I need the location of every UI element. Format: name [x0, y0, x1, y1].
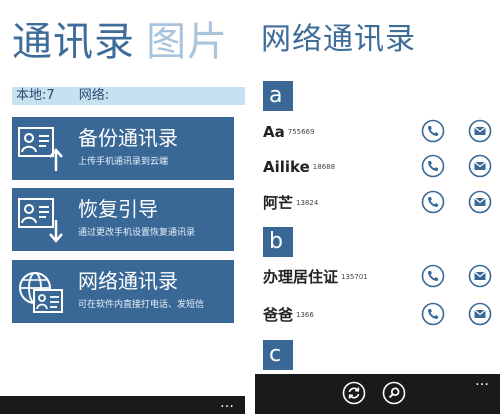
local-count: 本地:7	[16, 88, 55, 103]
page-title: 网络通讯录	[261, 22, 416, 57]
network-contacts-panel: 网络通讯录 a Aa755669 Ailike18688 阿芒13824	[255, 0, 500, 414]
phone-icon[interactable]	[421, 302, 445, 326]
contact-number: 135701	[341, 273, 368, 281]
contacts-hub-panel: 通讯录 图片 本地:7 网络: 备份通讯录 上传手机通讯录到云端 恢复引导 通过…	[0, 0, 245, 414]
contact-number: 755669	[287, 128, 315, 136]
panel-divider	[245, 0, 255, 414]
contact-number: 1366	[296, 311, 314, 319]
contact-row[interactable]: 办理居住证 135701	[263, 263, 500, 291]
contact-name: 爸爸	[263, 306, 294, 324]
contact-name-line: 办理居住证 135701	[263, 267, 368, 287]
phone-icon[interactable]	[421, 119, 445, 143]
group-header-b[interactable]: b	[263, 227, 293, 257]
mail-icon[interactable]	[468, 302, 492, 326]
phone-icon[interactable]	[421, 264, 445, 288]
tile-subtitle: 上传手机通讯录到云端	[78, 157, 169, 167]
more-options-icon[interactable]: …	[475, 374, 490, 388]
tile-title: 网络通讯录	[78, 269, 178, 293]
phone-icon[interactable]	[421, 190, 445, 214]
pivot-tab-contacts[interactable]: 通讯录	[12, 19, 135, 65]
contact-name-line: 爸爸 1366	[263, 305, 314, 325]
contact-name-line: Ailike 18688	[263, 157, 335, 177]
contact-name: Ailike	[263, 158, 310, 176]
pivot-tab-pictures[interactable]: 图片	[146, 19, 228, 65]
contact-row[interactable]: 阿芒 13824	[263, 189, 500, 217]
contact-name: 办理居住证	[263, 268, 339, 286]
globe-contact-card-icon	[19, 272, 63, 313]
group-header-c[interactable]: c	[263, 340, 293, 370]
contact-name-line: 阿芒 13824	[263, 193, 318, 213]
tile-title: 备份通讯录	[78, 126, 178, 150]
mail-icon[interactable]	[468, 119, 492, 143]
search-icon[interactable]	[382, 381, 406, 405]
contact-row[interactable]: Aa 755669	[263, 118, 500, 146]
pivot-header: 通讯录 图片	[12, 14, 228, 74]
more-options-icon[interactable]: …	[220, 396, 235, 410]
app-bar: …	[255, 374, 500, 414]
backup-contacts-tile[interactable]: 备份通讯录 上传手机通讯录到云端	[12, 117, 234, 180]
mail-icon[interactable]	[468, 264, 492, 288]
contact-name: Aa	[263, 123, 285, 141]
group-header-a[interactable]: a	[263, 81, 293, 111]
sync-icon[interactable]	[342, 381, 366, 405]
contact-name-line: Aa 755669	[263, 122, 314, 142]
tile-subtitle: 通过更改手机设置恢复通讯录	[78, 228, 196, 238]
tile-subtitle: 可在软件内直接打电话、发短信	[78, 300, 205, 310]
contact-card-download-icon	[18, 198, 63, 243]
contact-row[interactable]: 爸爸 1366	[263, 301, 500, 329]
network-contacts-tile[interactable]: 网络通讯录 可在软件内直接打电话、发短信	[12, 260, 234, 323]
contact-card-upload-icon	[18, 127, 63, 171]
tile-title: 恢复引导	[78, 197, 158, 221]
phone-icon[interactable]	[421, 154, 445, 178]
mail-icon[interactable]	[468, 190, 492, 214]
contact-row[interactable]: Ailike 18688	[263, 153, 500, 181]
contact-name: 阿芒	[263, 194, 294, 212]
mail-icon[interactable]	[468, 154, 492, 178]
restore-guide-tile[interactable]: 恢复引导 通过更改手机设置恢复通讯录	[12, 188, 234, 251]
contact-number: 18688	[312, 163, 336, 171]
app-bar: …	[0, 396, 245, 414]
contact-number: 13824	[296, 199, 319, 207]
network-count: 网络:	[78, 88, 110, 103]
contact-count-bar: 本地:7 网络:	[12, 87, 245, 105]
